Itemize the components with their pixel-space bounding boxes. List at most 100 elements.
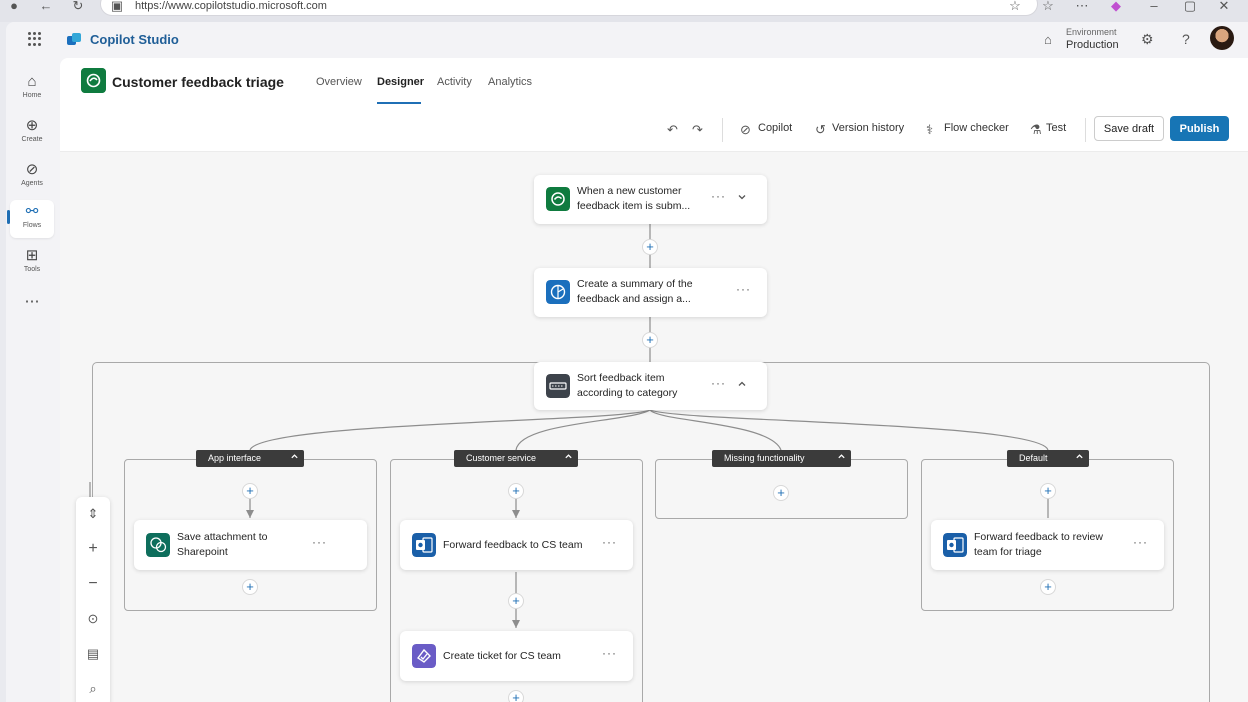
redo-icon[interactable]: ↷ <box>692 122 703 138</box>
address-bar[interactable]: ▣ https://www.copilotstudio.microsoft.co… <box>100 0 1038 16</box>
action-node[interactable]: Forward feedback to CS team ··· <box>400 520 633 570</box>
rail-more-button[interactable]: ⋯ <box>10 290 54 314</box>
add-step-button[interactable]: + <box>642 239 658 255</box>
rail-item-home[interactable]: ⌂ Home <box>10 70 54 108</box>
designer-canvas[interactable]: When a new customer feedback item is sub… <box>60 152 1248 702</box>
action-text: Forward feedback to CS team <box>443 539 583 551</box>
add-step-button[interactable]: + <box>1040 483 1056 499</box>
app-name[interactable]: Copilot Studio <box>90 32 179 47</box>
settings-icon[interactable]: ⚙ <box>1141 31 1154 48</box>
chevron-up-icon[interactable] <box>1075 450 1084 467</box>
maximize-icon[interactable]: ▢ <box>1182 0 1198 14</box>
branch-tag-default[interactable]: Default <box>1007 450 1089 467</box>
add-step-button[interactable]: + <box>508 593 524 609</box>
toolbar-divider <box>1085 118 1086 142</box>
back-icon[interactable]: ← <box>38 0 54 14</box>
more-options-icon[interactable]: ··· <box>711 189 726 203</box>
tab-analytics[interactable]: Analytics <box>488 76 532 88</box>
copilot-icon: ⊘ <box>740 122 751 137</box>
app-launcher-icon[interactable] <box>28 32 42 46</box>
more-options-icon[interactable]: ··· <box>1133 535 1148 549</box>
branch-label: Customer service <box>466 453 537 463</box>
page-title: Customer feedback triage <box>112 74 284 90</box>
switch-line-1: Sort feedback item <box>577 372 665 384</box>
zoom-in-icon[interactable]: + <box>76 532 110 566</box>
chevron-up-icon[interactable] <box>564 450 573 467</box>
branch-label: Missing functionality <box>724 453 805 463</box>
flow-logo-icon <box>81 68 106 93</box>
test-icon: ⚗ <box>1030 122 1042 137</box>
minimize-icon[interactable]: – <box>1146 0 1162 14</box>
more-options-icon[interactable]: ··· <box>736 282 751 296</box>
rail-label-agents: Agents <box>21 180 43 187</box>
add-step-button[interactable]: + <box>242 483 258 499</box>
tab-activity[interactable]: Activity <box>437 76 472 88</box>
chevron-up-icon[interactable] <box>737 379 747 392</box>
rail-item-tools[interactable]: ⊞ Tools <box>10 244 54 282</box>
site-info-icon[interactable]: ▣ <box>109 0 125 14</box>
summary-line-1: Create a summary of the <box>577 278 693 290</box>
more-icon[interactable]: ⋯ <box>1074 0 1090 14</box>
version-history-button[interactable]: Version history <box>832 122 904 134</box>
tab-designer[interactable]: Designer <box>377 76 424 88</box>
add-step-button[interactable]: + <box>242 579 258 595</box>
dataverse-icon <box>546 187 570 211</box>
rail-item-agents[interactable]: ⊘ Agents <box>10 158 54 196</box>
rail-item-flows[interactable]: ⚯ Flows <box>10 200 54 238</box>
search-icon[interactable]: ⌕ <box>76 672 110 702</box>
more-options-icon[interactable]: ··· <box>602 535 617 549</box>
add-step-button[interactable]: + <box>1040 579 1056 595</box>
zoom-out-icon[interactable]: − <box>76 567 110 601</box>
branch-tag-missing-functionality[interactable]: Missing functionality <box>712 450 851 467</box>
active-tab-underline <box>377 102 421 104</box>
add-step-button[interactable]: + <box>642 332 658 348</box>
minimap-icon[interactable]: ▤ <box>76 637 110 671</box>
chevron-down-icon[interactable] <box>737 192 747 205</box>
chevron-up-icon[interactable] <box>290 450 299 467</box>
branch-tag-customer-service[interactable]: Customer service <box>454 450 578 467</box>
chevron-up-icon[interactable] <box>837 450 846 467</box>
fit-view-icon[interactable]: ⊙ <box>76 602 110 636</box>
sharepoint-icon <box>146 533 170 557</box>
collapse-icon[interactable]: ⇕ <box>76 497 110 531</box>
branch-tag-app-interface[interactable]: App interface <box>196 450 304 467</box>
favorites-icon[interactable]: ☆ <box>1040 0 1056 14</box>
branch-label: Default <box>1019 453 1048 463</box>
ai-builder-icon <box>546 280 570 304</box>
environment-value[interactable]: Production <box>1066 39 1119 51</box>
rail-item-create[interactable]: ⊕ Create <box>10 114 54 152</box>
more-icon: ⋯ <box>24 293 40 310</box>
publish-button[interactable]: Publish <box>1170 116 1229 141</box>
summary-node[interactable]: Create a summary of the feedback and ass… <box>534 268 767 317</box>
favorite-add-icon[interactable]: ☆ <box>1007 0 1023 14</box>
copilot-button[interactable]: Copilot <box>758 122 792 134</box>
more-options-icon[interactable]: ··· <box>312 535 327 549</box>
tab-overview[interactable]: Overview <box>316 76 362 88</box>
close-icon[interactable]: ✕ <box>1216 0 1232 14</box>
more-options-icon[interactable]: ··· <box>711 376 726 390</box>
action-node[interactable]: Save attachment to Sharepoint ··· <box>134 520 367 570</box>
ticket-icon <box>412 644 436 668</box>
switch-node[interactable]: Sort feedback item according to category… <box>534 362 767 410</box>
refresh-icon[interactable]: ↻ <box>70 0 86 14</box>
profile-icon[interactable]: ● <box>6 0 22 14</box>
save-draft-button[interactable]: Save draft <box>1094 116 1164 141</box>
copilot-icon[interactable]: ◆ <box>1108 0 1124 14</box>
action-text: Forward feedback to review team for tria… <box>974 530 1103 560</box>
test-button[interactable]: Test <box>1046 122 1066 134</box>
flow-checker-button[interactable]: Flow checker <box>944 122 1009 134</box>
add-step-button[interactable]: + <box>508 690 524 702</box>
trigger-node[interactable]: When a new customer feedback item is sub… <box>534 175 767 224</box>
environment-icon[interactable]: ⌂ <box>1044 32 1052 47</box>
undo-icon[interactable]: ↶ <box>667 122 678 138</box>
action-line-1: Save attachment to <box>177 531 268 543</box>
avatar[interactable] <box>1210 26 1234 50</box>
help-icon[interactable]: ? <box>1182 31 1190 47</box>
action-text: Save attachment to Sharepoint <box>177 530 267 560</box>
add-step-button[interactable]: + <box>773 485 789 501</box>
add-step-button[interactable]: + <box>508 483 524 499</box>
action-node[interactable]: Create ticket for CS team ··· <box>400 631 633 681</box>
more-options-icon[interactable]: ··· <box>602 646 617 660</box>
create-icon: ⊕ <box>25 117 39 134</box>
action-node[interactable]: Forward feedback to review team for tria… <box>931 520 1164 570</box>
